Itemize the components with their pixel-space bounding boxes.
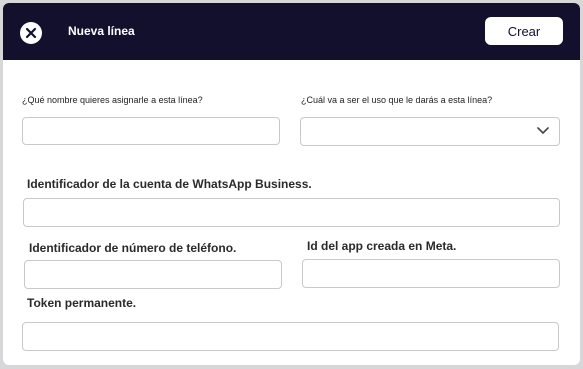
line-use-select[interactable] bbox=[300, 117, 560, 146]
line-name-label: ¿Qué nombre quieres asignarle a esta lín… bbox=[22, 95, 203, 105]
chevron-down-icon bbox=[537, 127, 549, 135]
close-button[interactable] bbox=[20, 22, 42, 44]
whatsapp-account-label: Identificador de la cuenta de WhatsApp B… bbox=[27, 177, 312, 191]
token-label: Token permanente. bbox=[27, 296, 137, 310]
phone-id-input[interactable] bbox=[24, 260, 282, 289]
app-id-label: Id del app creada en Meta. bbox=[307, 239, 457, 253]
close-icon bbox=[25, 27, 37, 39]
modal-header: Nueva línea Crear bbox=[3, 3, 580, 60]
token-input[interactable] bbox=[22, 322, 559, 351]
line-name-input[interactable] bbox=[22, 117, 280, 145]
new-line-modal: Nueva línea Crear ¿Qué nombre quieres as… bbox=[3, 3, 580, 365]
create-button[interactable]: Crear bbox=[485, 17, 563, 45]
line-use-label: ¿Cuál va a ser el uso que le darás a est… bbox=[301, 95, 493, 105]
whatsapp-account-input[interactable] bbox=[23, 198, 560, 227]
modal-title: Nueva línea bbox=[68, 24, 135, 38]
app-id-input[interactable] bbox=[302, 259, 560, 288]
phone-id-label: Identificador de número de teléfono. bbox=[29, 241, 237, 255]
